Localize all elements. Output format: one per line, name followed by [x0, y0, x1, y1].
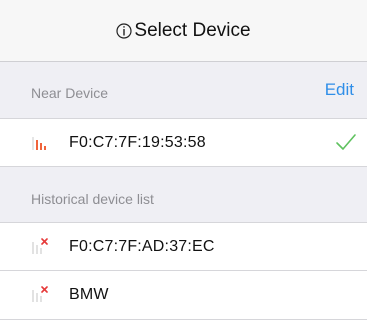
page-title-wrap: Select Device — [116, 19, 251, 42]
checkmark-icon — [336, 134, 356, 150]
device-name: BMW — [69, 286, 109, 303]
near-device-section-title: Near Device — [31, 85, 109, 101]
signal-weak-icon — [32, 136, 46, 150]
edit-button[interactable]: Edit — [325, 80, 354, 100]
historical-section-title: Historical device list — [31, 191, 154, 207]
page-title: Select Device — [134, 19, 251, 41]
historical-section-header: Historical device list — [0, 168, 367, 222]
historical-device-row[interactable]: F0:C7:7F:AD:37:EC — [0, 222, 367, 271]
near-device-section-header: Near Device Edit — [0, 62, 367, 118]
device-name: F0:C7:7F:19:53:58 — [69, 133, 206, 151]
nav-bar: Select Device — [0, 0, 367, 62]
info-circle-icon[interactable] — [116, 23, 133, 39]
historical-device-row[interactable]: BMW — [0, 271, 367, 320]
signal-off-icon — [32, 237, 48, 254]
near-device-row[interactable]: F0:C7:7F:19:53:58 — [0, 118, 367, 167]
device-name: F0:C7:7F:AD:37:EC — [69, 237, 215, 255]
signal-off-icon — [32, 286, 48, 302]
